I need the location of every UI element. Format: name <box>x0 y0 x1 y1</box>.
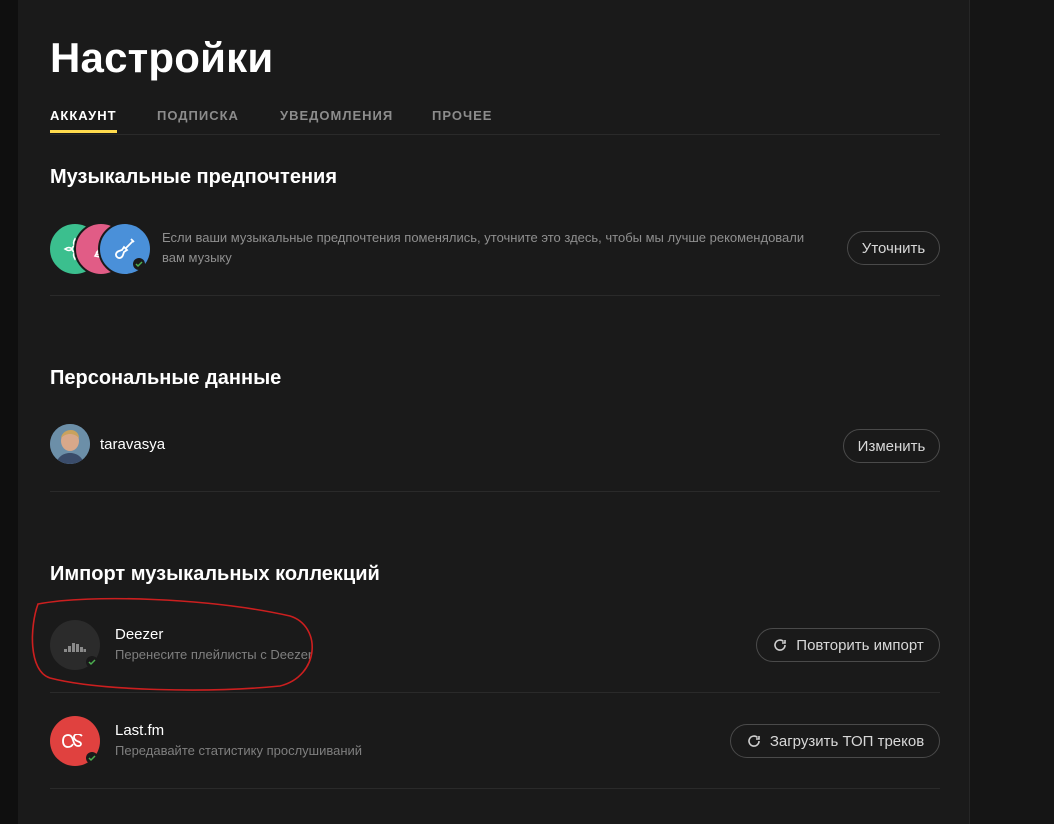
tabs-bar: АККАУНТ ПОДПИСКА УВЕДОМЛЕНИЯ ПРОЧЕЕ <box>50 108 940 135</box>
lastfm-check-icon <box>86 752 98 764</box>
load-top-tracks-label: Загрузить ТОП треков <box>769 732 925 750</box>
tab-subscription[interactable]: ПОДПИСКА <box>157 108 239 123</box>
lastfm-description: Передавайте статистику прослушиваний <box>115 743 363 758</box>
divider <box>50 788 940 789</box>
repeat-import-label: Повторить импорт <box>796 636 924 654</box>
username: taravasya <box>100 436 166 453</box>
divider <box>50 692 940 693</box>
tab-other[interactable]: ПРОЧЕЕ <box>432 108 492 123</box>
tab-notifications[interactable]: УВЕДОМЛЕНИЯ <box>280 108 393 123</box>
deezer-check-icon <box>86 656 98 668</box>
refresh-icon <box>748 735 760 747</box>
import-title: Импорт музыкальных коллекций <box>50 563 380 585</box>
deezer-description: Перенесите плейлисты с Deezer <box>115 647 313 662</box>
personal-title: Персональные данные <box>50 367 282 389</box>
edit-button[interactable]: Изменить <box>843 429 940 463</box>
repeat-import-button[interactable]: Повторить импорт <box>756 628 940 662</box>
deezer-name: Deezer <box>115 626 164 643</box>
avatar <box>50 424 90 464</box>
preferences-title: Музыкальные предпочтения <box>50 166 338 188</box>
right-divider <box>969 0 970 824</box>
page-title: Настройки <box>50 34 274 81</box>
refine-button[interactable]: Уточнить <box>847 231 940 265</box>
load-top-tracks-button[interactable]: Загрузить ТОП треков <box>730 724 940 758</box>
refresh-icon <box>774 639 787 651</box>
preferences-check-icon <box>133 258 145 270</box>
divider <box>50 491 940 492</box>
tab-account[interactable]: АККАУНТ <box>50 108 117 133</box>
electric-guitar-icon <box>98 222 152 276</box>
preferences-description: Если ваши музыкальные предпочтения помен… <box>162 230 805 265</box>
lastfm-name: Last.fm <box>115 722 165 739</box>
divider <box>50 295 940 296</box>
left-edge <box>0 0 18 824</box>
